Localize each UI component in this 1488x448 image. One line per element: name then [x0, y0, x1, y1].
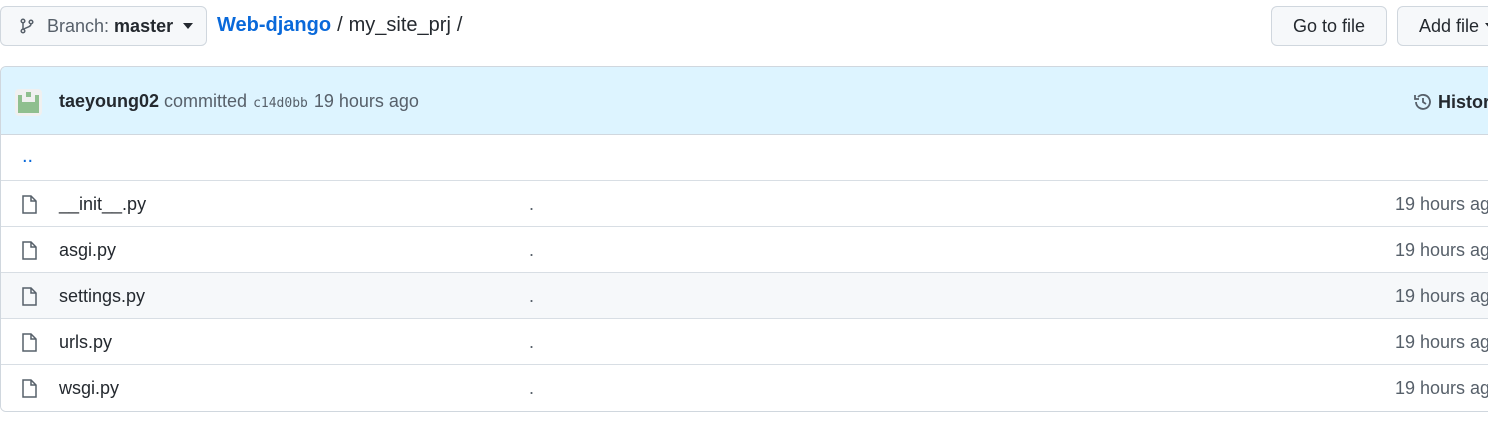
- file-name-link[interactable]: asgi.py: [59, 240, 116, 261]
- add-file-label: Add file: [1419, 15, 1480, 36]
- file-commit-age: 19 hours ago: [1395, 332, 1488, 352]
- file-commit-age: 19 hours ago: [1395, 194, 1488, 214]
- repo-toolbar: Branch: master Web-django / my_site_prj …: [0, 0, 1488, 56]
- file-row[interactable]: settings.py. 19 hours ago: [1, 273, 1488, 319]
- history-label: History: [1438, 91, 1488, 112]
- file-commit-age: 19 hours ago: [1395, 240, 1488, 260]
- file-name-link[interactable]: __init__.py: [59, 194, 146, 215]
- avatar[interactable]: [15, 89, 42, 116]
- file-commit-message-link[interactable]: .: [529, 286, 534, 307]
- file-name-link[interactable]: urls.py: [59, 332, 112, 353]
- file-navigation-box: taeyoung02 committed c14d0bb 19 hours ag…: [0, 66, 1488, 412]
- file-commit-message-link[interactable]: .: [529, 378, 534, 399]
- file-icon: [21, 333, 37, 352]
- go-to-file-button[interactable]: Go to file: [1271, 6, 1387, 46]
- git-branch-icon: [19, 18, 35, 34]
- breadcrumb-repo-link[interactable]: Web-django: [217, 14, 331, 37]
- breadcrumb-trailing-separator: /: [456, 14, 463, 36]
- file-row[interactable]: urls.py. 19 hours ago: [1, 319, 1488, 365]
- file-commit-age: 19 hours ago: [1395, 286, 1488, 306]
- breadcrumb: Web-django / my_site_prj /: [217, 14, 468, 37]
- file-commit-message-link[interactable]: .: [529, 240, 534, 261]
- branch-name-label: master: [114, 15, 174, 36]
- file-commit-message-link[interactable]: .: [529, 194, 534, 215]
- file-icon: [21, 195, 37, 214]
- commit-author-link[interactable]: taeyoung02: [59, 91, 159, 112]
- file-row[interactable]: wsgi.py. 19 hours ago: [1, 365, 1488, 411]
- file-name-link[interactable]: wsgi.py: [59, 378, 119, 399]
- breadcrumb-separator: /: [337, 14, 343, 36]
- parent-directory-link[interactable]: ..: [22, 145, 33, 168]
- breadcrumb-current-folder: my_site_prj: [348, 14, 451, 36]
- history-link[interactable]: History: [1412, 91, 1488, 113]
- commit-time: 19 hours ago: [313, 91, 419, 111]
- branch-select-button[interactable]: Branch: master: [0, 6, 207, 46]
- file-row[interactable]: __init__.py. 19 hours ago: [1, 181, 1488, 227]
- file-icon: [21, 379, 37, 398]
- file-icon: [21, 287, 37, 306]
- file-commit-age: 19 hours ago: [1395, 378, 1488, 398]
- caret-down-icon: [183, 23, 194, 29]
- file-name-link[interactable]: settings.py: [59, 286, 145, 307]
- history-clock-icon: [1412, 91, 1434, 113]
- file-commit-message-link[interactable]: .: [529, 332, 534, 353]
- add-file-button[interactable]: Add file: [1397, 6, 1488, 46]
- latest-commit-bar: taeyoung02 committed c14d0bb 19 hours ag…: [1, 67, 1488, 135]
- file-icon: [21, 241, 37, 260]
- parent-directory-row: ..: [1, 135, 1488, 181]
- commit-sha-link[interactable]: c14d0bb: [253, 96, 308, 111]
- file-row[interactable]: asgi.py. 19 hours ago: [1, 227, 1488, 273]
- branch-prefix-label: Branch:: [47, 15, 110, 36]
- commit-summary: taeyoung02 committed c14d0bb 19 hours ag…: [59, 91, 419, 112]
- commit-verb: committed: [164, 91, 248, 111]
